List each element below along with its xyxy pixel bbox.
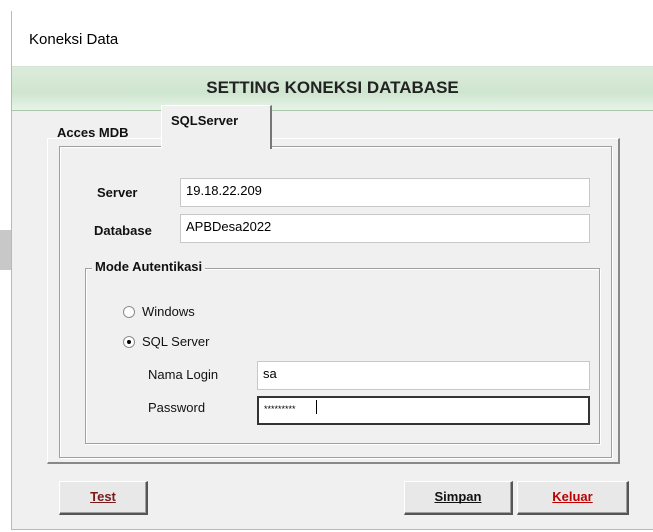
- server-label: Server: [97, 185, 138, 200]
- header-band: SETTING KONEKSI DATABASE: [12, 66, 653, 111]
- window-title: Koneksi Data: [29, 31, 119, 48]
- password-label: Password: [148, 400, 206, 415]
- password-input[interactable]: *********: [257, 396, 590, 425]
- page-title: SETTING KONEKSI DATABASE: [206, 78, 459, 97]
- radio-selected-dot: [127, 340, 131, 344]
- text-cursor: [316, 400, 317, 414]
- auth-mode-legend: Mode Autentikasi: [92, 259, 206, 274]
- server-input[interactable]: 19.18.22.209: [180, 178, 590, 207]
- title-bar[interactable]: Koneksi Data: [12, 11, 653, 66]
- sqlserver-radio[interactable]: [123, 336, 135, 348]
- windows-radio[interactable]: [123, 306, 135, 318]
- tab-sqlserver[interactable]: SQLServer: [161, 105, 272, 149]
- login-input[interactable]: sa: [257, 361, 590, 390]
- sqlserver-radio-label[interactable]: SQL Server: [142, 334, 209, 349]
- test-button[interactable]: Test: [59, 481, 148, 515]
- background-shadow: [0, 230, 11, 270]
- login-label: Nama Login: [148, 367, 219, 382]
- database-label: Database: [94, 223, 152, 238]
- simpan-button[interactable]: Simpan: [404, 481, 513, 515]
- tab-acces-mdb[interactable]: Acces MDB: [57, 122, 129, 144]
- database-input[interactable]: APBDesa2022: [180, 214, 590, 243]
- windows-radio-label[interactable]: Windows: [142, 304, 195, 319]
- keluar-button[interactable]: Keluar: [517, 481, 629, 515]
